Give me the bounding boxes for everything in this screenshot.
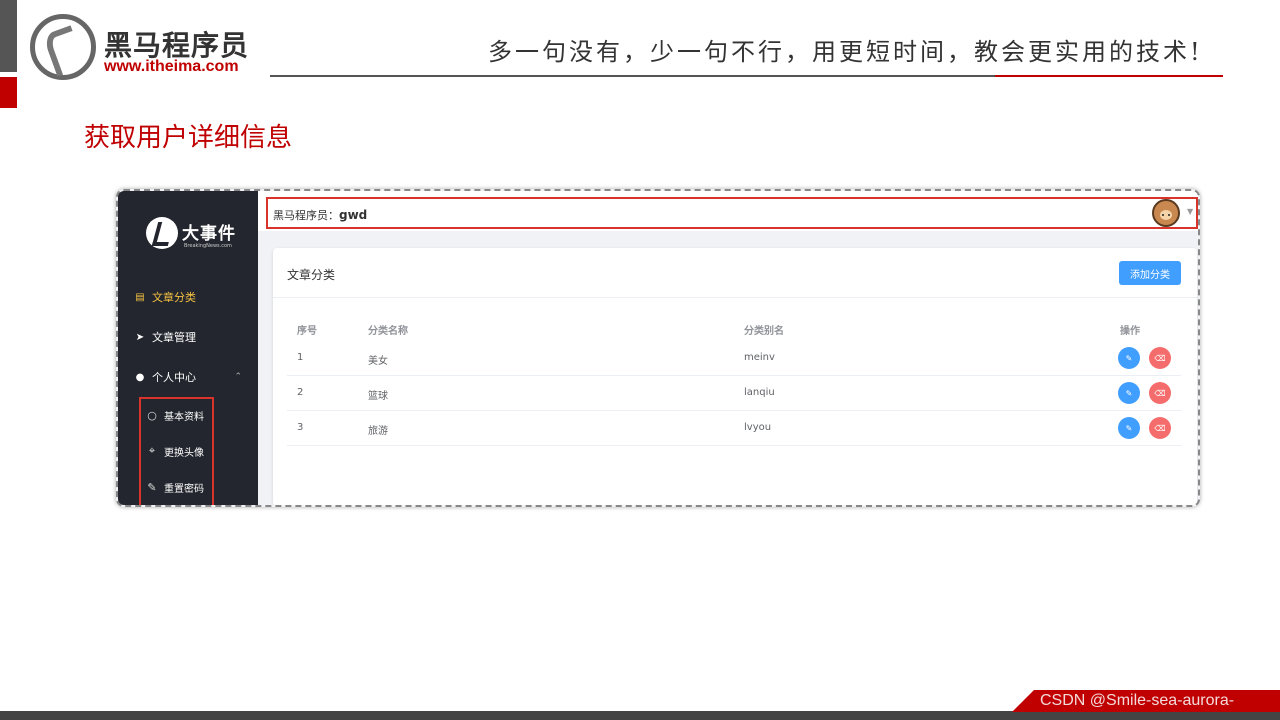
slide-bottom-bar	[0, 711, 1280, 720]
welcome-prefix: 黑马程序员：	[273, 209, 339, 222]
delete-button[interactable]: ⌫	[1149, 417, 1171, 439]
sidebar-item-label: 个人中心	[152, 371, 196, 384]
cell-alias: meinv	[744, 352, 775, 363]
header-divider-accent	[995, 75, 1223, 77]
sidebar-item-article-manage[interactable]: ➤ 文章管理	[118, 317, 258, 357]
card-title: 文章分类	[287, 268, 336, 282]
sidebar-item-article-category[interactable]: ▤ 文章分类	[118, 277, 258, 317]
username: gwd	[339, 208, 368, 222]
brand-name: 大事件	[182, 224, 236, 244]
delete-button[interactable]: ⌫	[1149, 382, 1171, 404]
cell-index: 3	[297, 422, 304, 433]
edit-button[interactable]: ✎	[1118, 347, 1140, 369]
cell-alias: lvyou	[744, 422, 772, 433]
app-screenshot: 大事件 BreakingNews.com ▤ 文章分类 ➤ 文章管理 ● 个人中…	[116, 189, 1200, 507]
sidebar-item-label: 文章分类	[152, 291, 196, 304]
sidebar-subitem-basic-info[interactable]: ○ 基本资料	[146, 397, 226, 433]
column-header-alias: 分类别名	[744, 326, 784, 337]
brand-logo-icon	[146, 217, 178, 249]
add-category-button[interactable]: 添加分类	[1119, 261, 1181, 285]
user-outline-icon: ○	[147, 408, 157, 422]
sidebar-subitem-label: 重置密码	[164, 483, 204, 495]
trash-icon: ⌫	[1154, 423, 1166, 433]
app-brand: 大事件 BreakingNews.com	[146, 217, 246, 255]
welcome-text: 黑马程序员：gwd	[273, 207, 367, 223]
edit-icon: ✎	[1125, 353, 1133, 363]
column-header-actions: 操作	[1120, 326, 1140, 337]
table-row: 1 美女 meinv ✎ ⌫	[287, 341, 1181, 376]
itheima-logo: 黑马程序员 www.itheima.com	[30, 14, 260, 80]
slide-title: 获取用户详细信息	[84, 123, 293, 153]
crop-icon: ⌖	[148, 444, 156, 457]
avatar[interactable]	[1152, 199, 1180, 227]
sidebar-item-label: 文章管理	[152, 331, 196, 344]
cell-name: 旅游	[368, 426, 388, 437]
sidebar-subitem-label: 基本资料	[164, 411, 204, 423]
slide-left-bar	[0, 0, 17, 72]
sidebar: 大事件 BreakingNews.com ▤ 文章分类 ➤ 文章管理 ● 个人中…	[118, 191, 258, 505]
cell-alias: lanqiu	[744, 387, 775, 398]
sidebar-subitem-label: 更换头像	[164, 447, 204, 459]
slide-left-accent	[0, 77, 17, 108]
edit-pen-icon: ✎	[147, 480, 157, 494]
sidebar-subitem-change-avatar[interactable]: ⌖ 更换头像	[146, 433, 226, 469]
footer-accent-triangle	[1012, 690, 1034, 712]
column-header-index: 序号	[297, 326, 317, 337]
delete-button[interactable]: ⌫	[1149, 347, 1171, 369]
edit-button[interactable]: ✎	[1118, 382, 1140, 404]
csdn-watermark: CSDN @Smile-sea-aurora-	[1040, 692, 1235, 709]
table-row: 2 篮球 lanqiu ✎ ⌫	[287, 376, 1181, 411]
edit-button[interactable]: ✎	[1118, 417, 1140, 439]
cell-name: 美女	[368, 356, 388, 367]
cell-name: 篮球	[368, 391, 388, 402]
header-highlight-box	[266, 197, 1198, 229]
horse-logo-icon	[30, 14, 96, 80]
trash-icon: ⌫	[1154, 353, 1166, 363]
user-icon: ●	[135, 371, 145, 383]
paper-plane-icon: ➤	[135, 331, 145, 343]
cell-index: 1	[297, 352, 304, 363]
brand-subtitle: BreakingNews.com	[184, 243, 232, 249]
chevron-up-icon: ⌃	[234, 372, 242, 382]
cell-index: 2	[297, 387, 304, 398]
caret-down-icon[interactable]: ▼	[1187, 207, 1193, 216]
trash-icon: ⌫	[1154, 388, 1166, 398]
logo-url: www.itheima.com	[104, 58, 239, 75]
column-header-name: 分类名称	[368, 326, 408, 337]
category-card: 文章分类 添加分类 序号 分类名称 分类别名 操作 1 美女 meinv ✎ ⌫…	[273, 248, 1197, 505]
table-row: 3 旅游 lvyou ✎ ⌫	[287, 411, 1181, 446]
sidebar-item-personal-center[interactable]: ● 个人中心 ⌃	[118, 357, 258, 397]
edit-icon: ✎	[1125, 423, 1133, 433]
sidebar-subitem-reset-password[interactable]: ✎ 重置密码	[146, 469, 226, 505]
slide-slogan: 多一句没有，少一句不行，用更短时间，教会更实用的技术!	[488, 38, 1203, 66]
book-icon: ▤	[135, 291, 145, 303]
edit-icon: ✎	[1125, 388, 1133, 398]
card-divider	[273, 297, 1197, 298]
